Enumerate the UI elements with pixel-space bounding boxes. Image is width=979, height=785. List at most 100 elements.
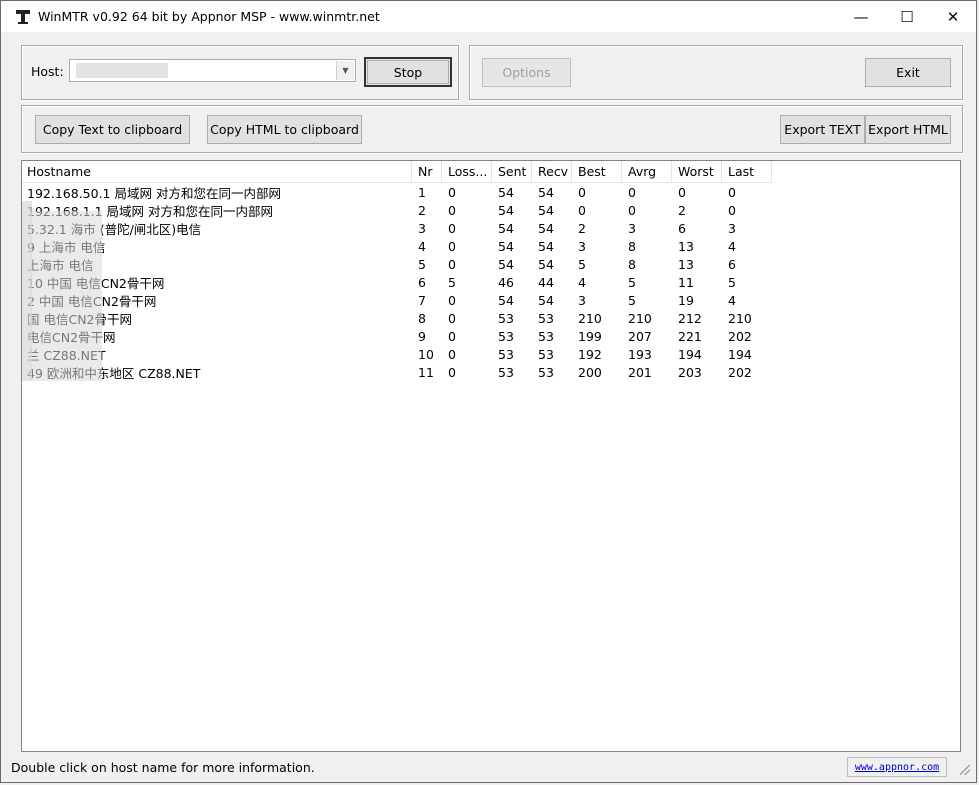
maximize-button[interactable]: ☐ bbox=[884, 1, 930, 32]
minimize-icon: — bbox=[853, 7, 869, 26]
cell-best: 3 bbox=[578, 292, 586, 308]
cell-best: 4 bbox=[578, 274, 586, 290]
cell-worst: 221 bbox=[678, 328, 702, 344]
cell-sent: 54 bbox=[498, 220, 514, 236]
table-row[interactable]: 9 上海市 电信40545438134 bbox=[22, 237, 772, 255]
cell-recv: 54 bbox=[538, 238, 554, 254]
cell-sent: 54 bbox=[498, 238, 514, 254]
cell-loss: 0 bbox=[448, 202, 456, 218]
cell-best: 210 bbox=[578, 310, 602, 326]
cell-recv: 53 bbox=[538, 310, 554, 326]
copy-html-button[interactable]: Copy HTML to clipboard bbox=[207, 115, 362, 144]
resize-grip-icon[interactable] bbox=[960, 765, 970, 775]
redaction-block bbox=[30, 211, 102, 381]
cell-last: 202 bbox=[728, 328, 752, 344]
table-row[interactable]: 192.168.50.1 局域网 对方和您在同一内部网 1 0 54 54 0 0 0 0 bbox=[22, 183, 772, 201]
cell-nr: 9 bbox=[418, 328, 426, 344]
cell-nr: 10 bbox=[418, 346, 434, 362]
status-bar: Double click on host name for more infor… bbox=[8, 757, 970, 777]
results-list[interactable]: Hostname Nr Loss... Sent Recv Best Avrg … bbox=[21, 160, 961, 752]
cell-worst: 19 bbox=[678, 292, 694, 308]
table-row[interactable]: 5.32.1 海市 (普陀/闸北区)电信 3 0 54 54 2 3 6 3 bbox=[22, 219, 772, 237]
cell-recv: 53 bbox=[538, 364, 554, 380]
close-icon: ✕ bbox=[946, 7, 960, 26]
maximize-icon: ☐ bbox=[900, 7, 914, 26]
header-nr[interactable]: Nr bbox=[412, 161, 442, 183]
copy-text-button[interactable]: Copy Text to clipboard bbox=[35, 115, 190, 144]
close-button[interactable]: ✕ bbox=[930, 1, 976, 32]
list-header: Hostname Nr Loss... Sent Recv Best Avrg … bbox=[22, 161, 772, 183]
cell-sent: 53 bbox=[498, 364, 514, 380]
cell-last: 4 bbox=[728, 292, 736, 308]
cell-last: 3 bbox=[728, 220, 736, 236]
cell-avrg: 8 bbox=[628, 238, 636, 254]
header-best[interactable]: Best bbox=[572, 161, 622, 183]
header-loss[interactable]: Loss... bbox=[442, 161, 492, 183]
cell-loss: 5 bbox=[448, 274, 456, 290]
window-title: WinMTR v0.92 64 bit by Appnor MSP - www.… bbox=[38, 9, 380, 24]
export-text-button[interactable]: Export TEXT bbox=[780, 115, 865, 144]
header-recv[interactable]: Recv bbox=[532, 161, 572, 183]
cell-last: 6 bbox=[728, 256, 736, 272]
cell-nr: 2 bbox=[418, 202, 426, 218]
export-html-button[interactable]: Export HTML bbox=[865, 115, 951, 144]
cell-avrg: 5 bbox=[628, 292, 636, 308]
cell-sent: 54 bbox=[498, 292, 514, 308]
table-row[interactable]: 电信CN2骨干网905353199207221202 bbox=[22, 327, 772, 345]
cell-sent: 53 bbox=[498, 310, 514, 326]
cell-best: 0 bbox=[578, 202, 586, 218]
cell-avrg: 210 bbox=[628, 310, 652, 326]
cell-loss: 0 bbox=[448, 256, 456, 272]
cell-sent: 54 bbox=[498, 202, 514, 218]
chevron-down-icon[interactable]: ▼ bbox=[336, 61, 354, 80]
title-bar[interactable]: WinMTR v0.92 64 bit by Appnor MSP - www.… bbox=[1, 1, 976, 32]
table-row[interactable]: 2 中国 电信CN2骨干网70545435194 bbox=[22, 291, 772, 309]
cell-recv: 54 bbox=[538, 292, 554, 308]
cell-avrg: 193 bbox=[628, 346, 652, 362]
header-avrg[interactable]: Avrg bbox=[622, 161, 672, 183]
table-row[interactable]: 上海市 电信50545458136 bbox=[22, 255, 772, 273]
header-last[interactable]: Last bbox=[722, 161, 772, 183]
cell-nr: 8 bbox=[418, 310, 426, 326]
table-row[interactable]: 国 电信CN2骨干网805353210210212210 bbox=[22, 309, 772, 327]
cell-recv: 54 bbox=[538, 202, 554, 218]
cell-best: 5 bbox=[578, 256, 586, 272]
header-sent[interactable]: Sent bbox=[492, 161, 532, 183]
table-row[interactable]: 192.168.1.1 局域网 对方和您在同一内部网 2 0 54 54 0 0 2 0 bbox=[22, 201, 772, 219]
cell-avrg: 0 bbox=[628, 184, 636, 200]
cell-last: 194 bbox=[728, 346, 752, 362]
cell-loss: 0 bbox=[448, 328, 456, 344]
cell-last: 202 bbox=[728, 364, 752, 380]
options-button[interactable]: Options bbox=[482, 58, 571, 87]
host-combobox[interactable]: ▼ bbox=[69, 59, 356, 82]
cell-best: 3 bbox=[578, 238, 586, 254]
cell-loss: 0 bbox=[448, 310, 456, 326]
cell-recv: 54 bbox=[538, 184, 554, 200]
window-controls: — ☐ ✕ bbox=[838, 1, 976, 32]
winmtr-app-icon bbox=[15, 9, 31, 25]
cell-loss: 0 bbox=[448, 346, 456, 362]
cell-nr: 3 bbox=[418, 220, 426, 236]
table-row[interactable]: 49 欧洲和中东地区 CZ88.NET 11 0 53 53 200 201 203 202 bbox=[22, 363, 772, 381]
cell-worst: 0 bbox=[678, 184, 686, 200]
cell-loss: 0 bbox=[448, 292, 456, 308]
cell-recv: 54 bbox=[538, 220, 554, 236]
cell-worst: 203 bbox=[678, 364, 702, 380]
cell-sent: 54 bbox=[498, 184, 514, 200]
header-worst[interactable]: Worst bbox=[672, 161, 722, 183]
header-hostname[interactable]: Hostname bbox=[22, 161, 412, 183]
cell-sent: 53 bbox=[498, 328, 514, 344]
cell-last: 0 bbox=[728, 184, 736, 200]
cell-avrg: 201 bbox=[628, 364, 652, 380]
stop-button[interactable]: Stop bbox=[364, 57, 452, 87]
host-value-redacted bbox=[76, 63, 168, 78]
cell-loss: 0 bbox=[448, 184, 456, 200]
cell-nr: 11 bbox=[418, 364, 434, 380]
table-row[interactable]: 兰 CZ88.NET1005353192193194194 bbox=[22, 345, 772, 363]
appnor-link[interactable]: www.appnor.com bbox=[855, 762, 939, 773]
table-row[interactable]: 10 中国 电信CN2骨干网65464445115 bbox=[22, 273, 772, 291]
minimize-button[interactable]: — bbox=[838, 1, 884, 32]
cell-best: 200 bbox=[578, 364, 602, 380]
exit-button[interactable]: Exit bbox=[865, 58, 951, 87]
cell-loss: 0 bbox=[448, 238, 456, 254]
